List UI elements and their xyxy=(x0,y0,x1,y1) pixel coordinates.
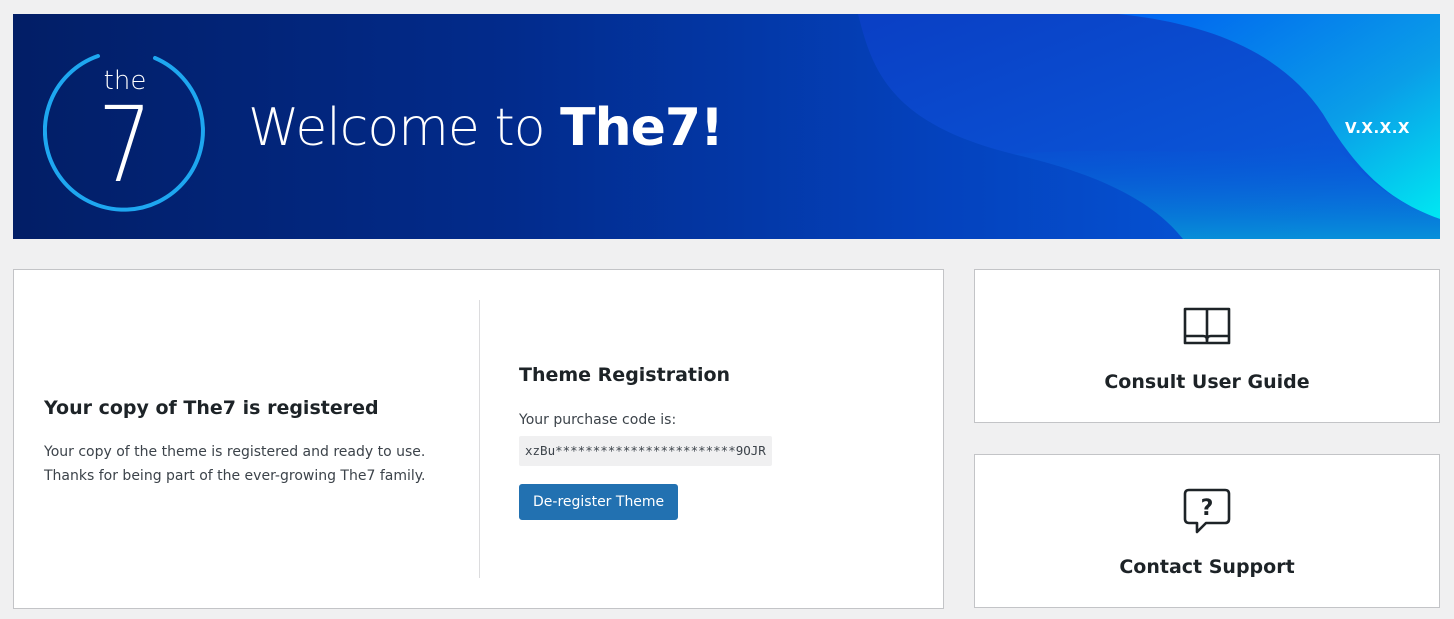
welcome-prefix: Welcome to xyxy=(248,98,561,158)
contact-support-label: Contact Support xyxy=(1119,556,1295,578)
registration-card: Your copy of The7 is registered Your cop… xyxy=(13,269,944,609)
the7-logo: the 7 xyxy=(43,42,207,212)
welcome-brand: The7! xyxy=(560,98,724,158)
book-icon xyxy=(1183,307,1231,345)
welcome-banner: the 7 Welcome to The7! V.X.X.X xyxy=(13,14,1440,239)
registration-status: Your copy of The7 is registered Your cop… xyxy=(44,270,464,608)
question-bubble-icon: ? xyxy=(1183,488,1231,534)
card-divider xyxy=(479,300,480,578)
svg-text:?: ? xyxy=(1201,496,1214,521)
registration-status-title: Your copy of The7 is registered xyxy=(44,397,379,419)
logo-number: 7 xyxy=(97,84,153,206)
user-guide-card[interactable]: Consult User Guide xyxy=(974,269,1440,423)
deregister-theme-button[interactable]: De-register Theme xyxy=(519,484,679,520)
version-label: V.X.X.X xyxy=(1345,119,1410,137)
purchase-code-value[interactable]: xzBu************************9OJR xyxy=(519,436,772,466)
user-guide-label: Consult User Guide xyxy=(1104,371,1310,393)
contact-support-card[interactable]: ? Contact Support xyxy=(974,454,1440,608)
purchase-code-label: Your purchase code is: xyxy=(519,412,677,428)
registration-status-text: Your copy of the theme is registered and… xyxy=(44,444,426,484)
theme-registration-section: Theme Registration Your purchase code is… xyxy=(519,270,919,608)
theme-registration-title: Theme Registration xyxy=(519,364,731,386)
welcome-heading: Welcome to The7! xyxy=(248,96,724,160)
banner-wave-background xyxy=(858,14,1440,239)
